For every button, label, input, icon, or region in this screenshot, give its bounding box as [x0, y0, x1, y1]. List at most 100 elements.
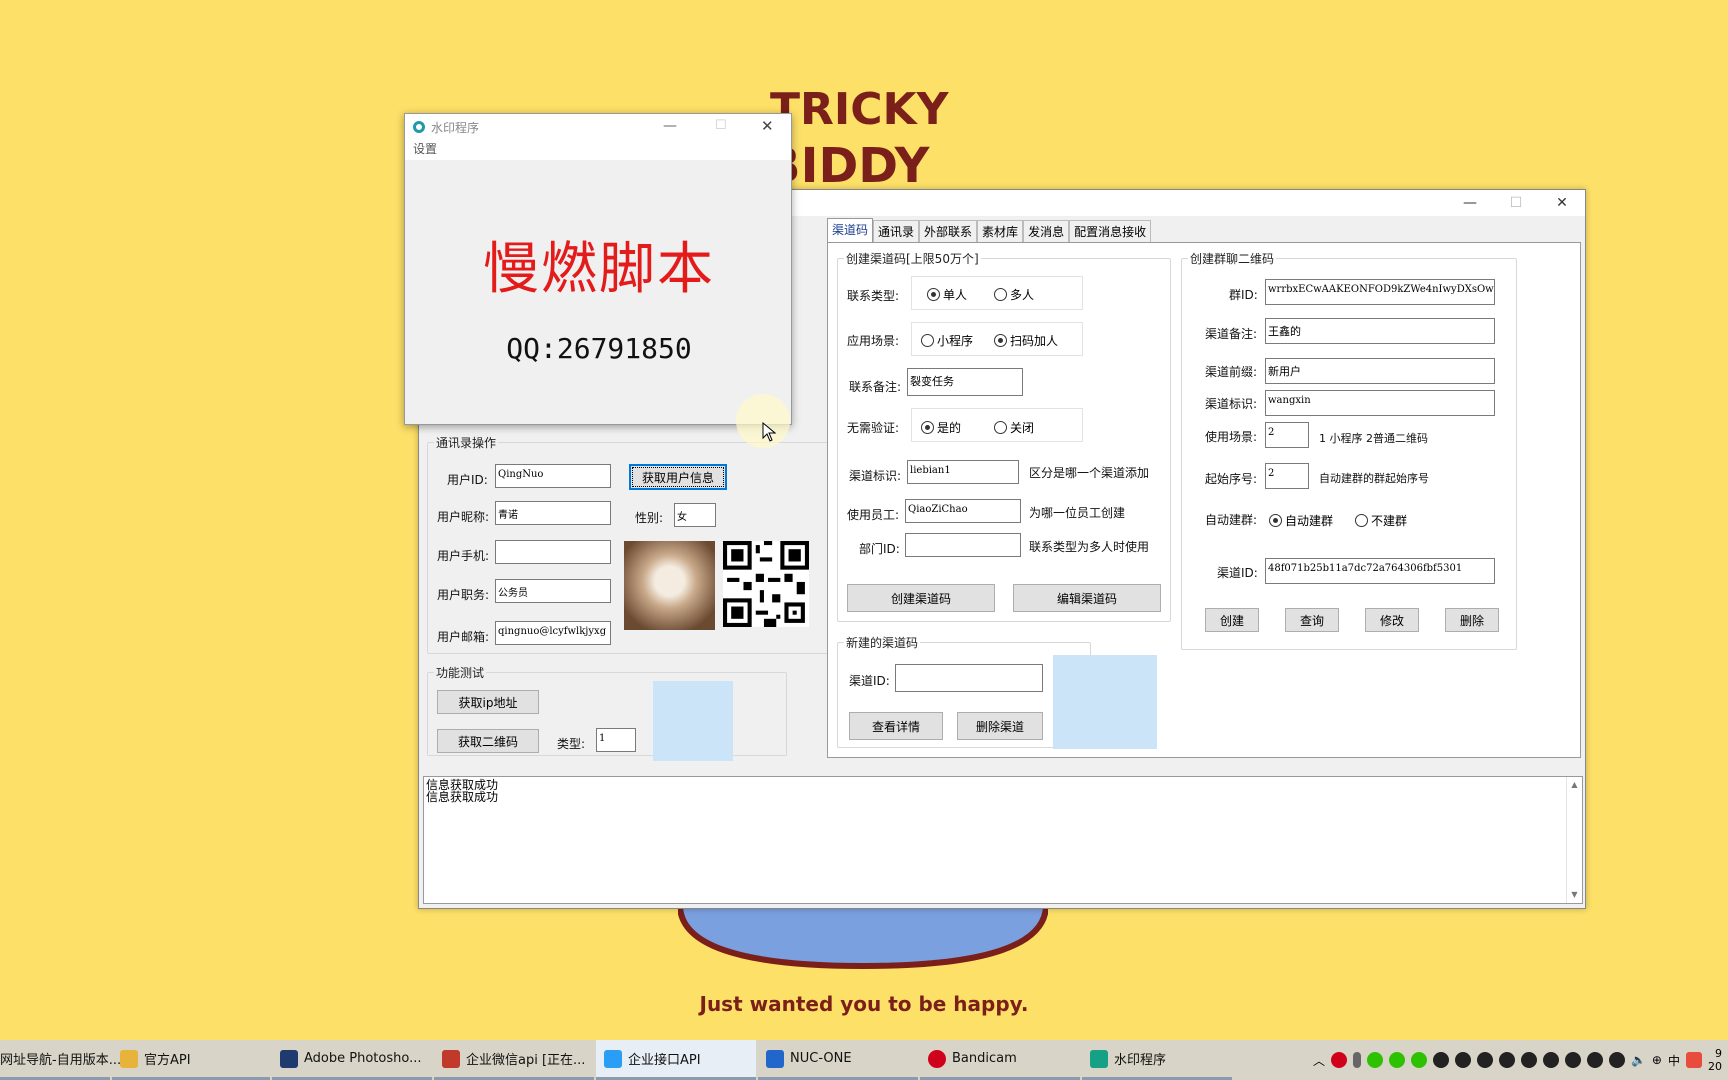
group-id-input[interactable]: wrrbxECwAAKEONFOD9kZWe4nIwyDXsOw — [1265, 279, 1495, 305]
chevron-up-icon[interactable]: ︿ — [1313, 1052, 1325, 1069]
tab-external-contacts[interactable]: 外部联系 — [919, 220, 978, 242]
radio-no-group[interactable]: 不建群 — [1355, 512, 1407, 529]
volume-icon[interactable]: 🔈 — [1631, 1053, 1646, 1067]
radio-auto-group[interactable]: 自动建群 — [1269, 512, 1333, 529]
ime-indicator[interactable]: 中 — [1668, 1052, 1680, 1069]
group-remark-input[interactable]: 王鑫的 — [1265, 318, 1495, 344]
radio-single-indicator — [927, 288, 940, 301]
wallpaper-logo: TRICKY BIDDY — [760, 78, 980, 194]
wechat-icon[interactable] — [1410, 1052, 1427, 1068]
record-icon[interactable] — [1330, 1052, 1347, 1068]
start-no-hint: 自动建群的群起始序号 — [1319, 472, 1429, 485]
group-delete-button[interactable]: 删除 — [1445, 608, 1499, 632]
network-icon[interactable]: ⊕ — [1652, 1053, 1662, 1067]
group-modify-button[interactable]: 修改 — [1365, 608, 1419, 632]
group-qr-group: 创建群聊二维码 — [1181, 250, 1517, 650]
folder-icon — [120, 1049, 138, 1068]
taskbar-label: 网址导航-自用版本... — [0, 1053, 122, 1068]
mouse-cursor-icon — [762, 421, 777, 445]
taskbar-item-bandicam[interactable]: Bandicam — [920, 1040, 1080, 1080]
edit-channel-button[interactable]: 编辑渠道码 — [1013, 584, 1161, 612]
radio-multi[interactable]: 多人 — [994, 286, 1034, 303]
create-channel-button[interactable]: 创建渠道码 — [847, 584, 995, 612]
tab-material[interactable]: 素材库 — [977, 220, 1024, 242]
close-button[interactable]: ✕ — [1539, 190, 1585, 216]
taskbar-item-wechat-api[interactable]: 企业微信api [正在... — [434, 1040, 594, 1080]
new-channel-id-input[interactable] — [895, 664, 1043, 692]
user-qrcode — [723, 541, 809, 627]
remark-input[interactable]: 裂变任务 — [907, 368, 1023, 396]
taskbar-item-watermark[interactable]: 水印程序 — [1082, 1040, 1232, 1080]
tab-send-message[interactable]: 发消息 — [1023, 220, 1070, 242]
start-no-input[interactable]: 2 — [1265, 463, 1309, 489]
clock[interactable]: 9202 — [1708, 1047, 1722, 1073]
wm-minimize-button[interactable]: — — [663, 118, 677, 134]
delete-channel-button[interactable]: 删除渠道 — [957, 712, 1043, 740]
taskbar-label: Bandicam — [952, 1051, 1017, 1066]
microphone-icon[interactable] — [1352, 1052, 1361, 1068]
qq-icon[interactable] — [1454, 1052, 1471, 1068]
radio-single-label: 单人 — [943, 288, 968, 302]
maximize-button[interactable]: ☐ — [1493, 190, 1539, 216]
position-input[interactable]: 公务员 — [495, 579, 611, 603]
email-label: 用户邮箱: — [437, 630, 490, 644]
dept-input[interactable] — [905, 533, 1021, 557]
radio-single[interactable]: 单人 — [927, 286, 967, 303]
view-detail-button[interactable]: 查看详情 — [849, 712, 943, 740]
get-user-info-button[interactable]: 获取用户信息 — [629, 464, 727, 490]
channel-tag-input[interactable]: liebian1 — [907, 460, 1019, 484]
gender-input[interactable]: 女 — [674, 503, 716, 527]
group-scene-input[interactable]: 2 — [1265, 422, 1309, 448]
remark-label: 联系备注: — [849, 380, 902, 394]
radio-auto-group-label: 自动建群 — [1285, 514, 1334, 528]
wm-maximize-button[interactable]: ☐ — [715, 118, 727, 133]
phone-input[interactable] — [495, 540, 611, 564]
wm-close-button[interactable]: ✕ — [761, 117, 774, 135]
settings-menu[interactable]: 设置 — [405, 140, 791, 160]
radio-scan-add[interactable]: 扫码加人 — [994, 332, 1058, 349]
taskbar-item-official-api[interactable]: 官方API — [112, 1040, 270, 1080]
tab-message-config[interactable]: 配置消息接收 — [1069, 220, 1152, 242]
taskbar-label: 企业微信api [正在... — [466, 1053, 586, 1068]
sogou-icon[interactable] — [1686, 1052, 1702, 1068]
taskbar-item-nuc-one[interactable]: NUC-ONE — [758, 1040, 918, 1080]
type-input[interactable]: 1 — [596, 728, 636, 752]
wechat-icon[interactable] — [1388, 1052, 1405, 1068]
staff-input[interactable]: QiaoZiChao — [905, 499, 1021, 523]
qq-icon[interactable] — [1520, 1052, 1537, 1068]
contacts-legend: 通讯录操作 — [436, 436, 497, 450]
log-scrollbar[interactable]: ▲ ▼ — [1566, 777, 1582, 903]
radio-mini-program[interactable]: 小程序 — [921, 332, 973, 349]
wechat-icon[interactable] — [1366, 1052, 1383, 1068]
qq-icon[interactable] — [1498, 1052, 1515, 1068]
taskbar-item-browser[interactable]: 网址导航-自用版本... — [0, 1040, 121, 1080]
qq-icon[interactable] — [1432, 1052, 1449, 1068]
radio-mini-program-indicator — [921, 334, 934, 347]
email-input[interactable]: qingnuo@lcyfwlkjyxg — [495, 621, 611, 645]
radio-verify-yes[interactable]: 是的 — [921, 419, 961, 436]
taskbar-item-enterprise-api[interactable]: 企业接口API — [596, 1040, 756, 1080]
group-query-button[interactable]: 查询 — [1285, 608, 1339, 632]
user-id-input[interactable]: QingNuo — [495, 464, 611, 488]
qq-icon[interactable] — [1608, 1052, 1625, 1068]
get-qrcode-button[interactable]: 获取二维码 — [437, 729, 539, 753]
watermark-title: 水印程序 — [431, 120, 480, 135]
qq-icon[interactable] — [1564, 1052, 1581, 1068]
prefix-input[interactable]: 新用户 — [1265, 358, 1495, 384]
taskbar-item-photoshop[interactable]: Adobe Photosho... — [272, 1040, 432, 1080]
group-tag-input[interactable]: wangxin — [1265, 390, 1495, 416]
qq-icon[interactable] — [1586, 1052, 1603, 1068]
qq-icon[interactable] — [1476, 1052, 1493, 1068]
radio-verify-off[interactable]: 关闭 — [994, 419, 1034, 436]
get-ip-button[interactable]: 获取ip地址 — [437, 690, 539, 714]
nickname-input[interactable]: 青诺 — [495, 501, 611, 525]
log-textarea[interactable]: 信息获取成功 信息获取成功 ▲ ▼ — [423, 776, 1583, 904]
watermark-titlebar[interactable]: 水印程序 — ☐ ✕ — [405, 114, 791, 140]
minimize-button[interactable]: — — [1447, 190, 1493, 216]
group-create-button[interactable]: 创建 — [1205, 608, 1259, 632]
qq-icon[interactable] — [1542, 1052, 1559, 1068]
group-channel-id-input[interactable]: 48f071b25b11a7dc72a764306fbf5301 — [1265, 558, 1495, 584]
tab-channel-code[interactable]: 渠道码 — [827, 218, 874, 242]
taskbar-label: 企业接口API — [628, 1053, 701, 1068]
tab-contacts[interactable]: 通讯录 — [873, 220, 920, 242]
